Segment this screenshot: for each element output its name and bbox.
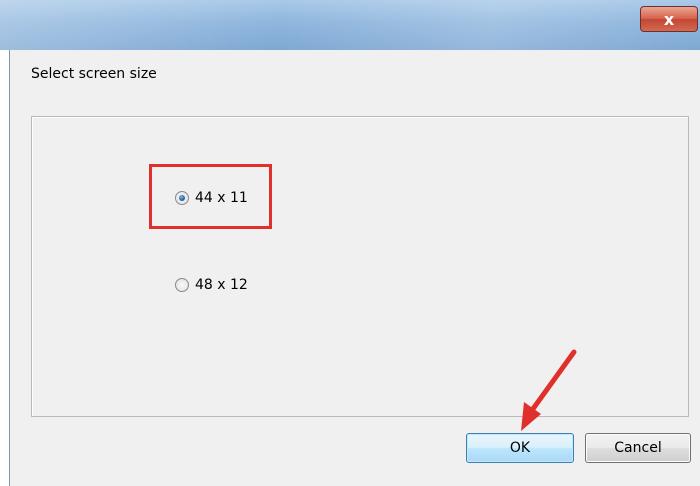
arrow-head (521, 402, 541, 431)
arrow-shaft (527, 349, 577, 416)
annotation-arrow (521, 349, 577, 431)
